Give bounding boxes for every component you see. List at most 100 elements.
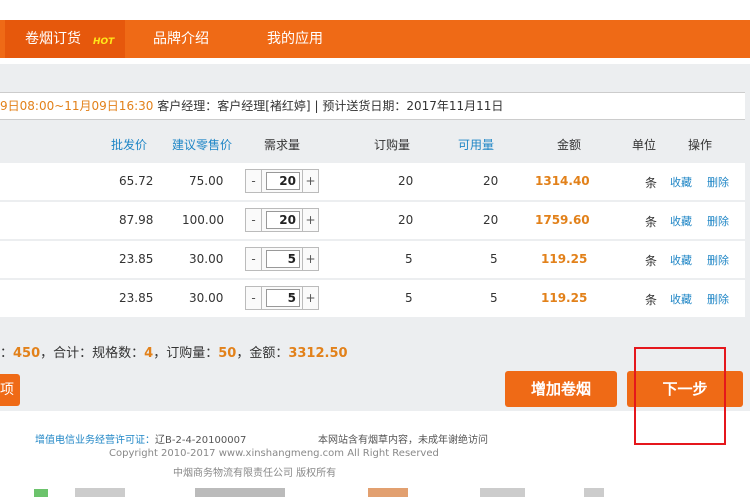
delivery-date: 预计送货日期：2017年11月11日: [322, 99, 504, 113]
total-demand: 450: [13, 346, 41, 361]
decrement-button[interactable]: -: [246, 287, 262, 309]
header-amount: 金额: [557, 138, 582, 152]
demand-input[interactable]: [266, 172, 300, 190]
order-total: 50: [218, 346, 237, 361]
favorite-link[interactable]: 收藏: [670, 213, 692, 229]
increment-button[interactable]: +: [302, 170, 318, 192]
header-retail-price[interactable]: 建议零售价: [172, 136, 232, 153]
increment-button[interactable]: +: [302, 287, 318, 309]
table-row: 87.98 100.00 - + 20 20 1759.60 条 收藏 删除: [0, 202, 745, 239]
summary-lead: ：: [0, 346, 14, 361]
order-info-bar: 9日08:00~11月09日16:30 客户经理：客户经理[褚红婷] | 预计送…: [0, 92, 745, 120]
cropped-row: [0, 488, 750, 498]
retail-price: 30.00: [189, 291, 224, 305]
cropped-text: [584, 488, 604, 497]
row-amount: 1314.40: [535, 174, 590, 188]
info-separator: |: [314, 99, 319, 113]
increment-button[interactable]: +: [302, 248, 318, 270]
age-notice: 本网站含有烟草内容，未成年谢绝访问: [318, 435, 488, 446]
increment-button[interactable]: +: [302, 209, 318, 231]
available-qty: 5: [490, 252, 498, 266]
amount-label: ，金额：: [236, 346, 289, 361]
cropped-text: [75, 488, 125, 497]
customer-manager: 客户经理：客户经理[褚红婷]: [157, 99, 311, 113]
row-amount: 119.25: [541, 252, 588, 266]
delete-link[interactable]: 删除: [707, 174, 729, 190]
table-header: 批发价 建议零售价 需求量 订购量 可用量 金额 单位 操作: [0, 130, 745, 158]
demand-input[interactable]: [266, 250, 300, 268]
table-row: 65.72 75.00 - + 20 20 1314.40 条 收藏 删除: [0, 163, 745, 200]
quantity-stepper: - +: [245, 247, 319, 271]
wholesale-price: 87.98: [119, 213, 154, 227]
left-action-button[interactable]: 项: [0, 374, 20, 406]
amount-total: 3312.50: [288, 346, 348, 361]
favorite-link[interactable]: 收藏: [670, 252, 692, 268]
decrement-button[interactable]: -: [246, 248, 262, 270]
hot-badge: HOT: [93, 37, 115, 47]
cropped-text: [480, 488, 525, 497]
available-qty: 20: [483, 174, 499, 188]
spec-label: ，合计：规格数：: [40, 346, 145, 361]
order-label: ，订购量：: [153, 346, 219, 361]
favorite-link[interactable]: 收藏: [670, 291, 692, 307]
header-available[interactable]: 可用量: [458, 136, 494, 153]
license-number: 辽B-2-4-20100007: [155, 435, 247, 446]
tab-brand-intro[interactable]: 品牌介绍: [153, 20, 209, 58]
tab-my-apps[interactable]: 我的应用: [267, 20, 323, 58]
top-strip: [0, 0, 750, 20]
row-amount: 1759.60: [535, 213, 590, 227]
cropped-text: [368, 488, 408, 497]
status-indicator: [34, 489, 48, 497]
copyright: Copyright 2010-2017 www.xinshangmeng.com…: [109, 448, 439, 459]
wholesale-price: 23.85: [119, 252, 154, 266]
available-qty: 5: [490, 291, 498, 305]
tab-brand-intro-label: 品牌介绍: [153, 31, 209, 47]
retail-price: 30.00: [189, 252, 224, 266]
order-qty: 5: [405, 252, 413, 266]
available-qty: 20: [483, 213, 499, 227]
header-order-qty: 订购量: [374, 138, 411, 152]
wholesale-price: 65.72: [119, 174, 154, 188]
table-row: 23.85 30.00 - + 5 5 119.25 条 收藏 删除: [0, 280, 745, 317]
quantity-stepper: - +: [245, 208, 319, 232]
unit: 条: [645, 293, 658, 307]
order-qty: 20: [398, 174, 414, 188]
quantity-stepper: - +: [245, 286, 319, 310]
demand-input[interactable]: [266, 211, 300, 229]
quantity-stepper: - +: [245, 169, 319, 193]
header-action: 操作: [688, 138, 713, 152]
delete-link[interactable]: 删除: [707, 291, 729, 307]
company-name: 中烟商务物流有限责任公司 版权所有: [173, 468, 337, 479]
retail-price: 100.00: [182, 213, 224, 227]
favorite-link[interactable]: 收藏: [670, 174, 692, 190]
decrement-button[interactable]: -: [246, 170, 262, 192]
order-summary: ：450，合计：规格数：4，订购量：50，金额：3312.50: [0, 342, 348, 361]
wholesale-price: 23.85: [119, 291, 154, 305]
delete-link[interactable]: 删除: [707, 252, 729, 268]
order-time-range: 9日08:00~11月09日16:30: [0, 99, 154, 113]
tab-my-apps-label: 我的应用: [267, 31, 323, 47]
demand-input[interactable]: [266, 289, 300, 307]
unit: 条: [645, 215, 658, 229]
unit: 条: [645, 254, 658, 268]
order-qty: 5: [405, 291, 413, 305]
table-row: 23.85 30.00 - + 5 5 119.25 条 收藏 删除: [0, 241, 745, 278]
cropped-text: [195, 488, 285, 497]
spec-count: 4: [144, 346, 154, 361]
license-label: 增值电信业务经营许可证：: [35, 435, 155, 446]
left-action-label: 项: [0, 382, 14, 398]
highlight-box: [634, 347, 726, 445]
tab-cigarette-order-label: 卷烟订货: [25, 31, 81, 47]
header-wholesale-price[interactable]: 批发价: [111, 136, 147, 153]
add-cigarette-label: 增加卷烟: [530, 380, 591, 398]
row-amount: 119.25: [541, 291, 588, 305]
add-cigarette-button[interactable]: 增加卷烟: [505, 371, 617, 407]
unit: 条: [645, 176, 658, 190]
delete-link[interactable]: 删除: [707, 213, 729, 229]
order-qty: 20: [398, 213, 414, 227]
header-demand: 需求量: [264, 138, 301, 152]
retail-price: 75.00: [189, 174, 224, 188]
header-unit: 单位: [632, 138, 657, 152]
main-nav: 卷烟订货 HOT 品牌介绍 我的应用: [0, 20, 750, 58]
decrement-button[interactable]: -: [246, 209, 262, 231]
